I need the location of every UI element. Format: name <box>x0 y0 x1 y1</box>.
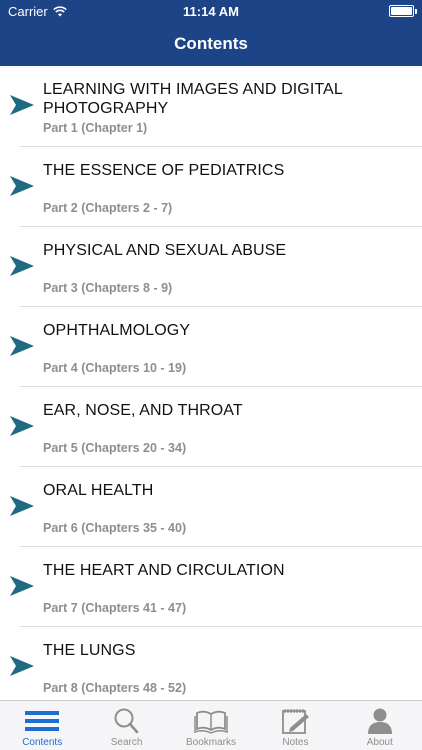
tab-contents[interactable]: Contents <box>0 701 84 750</box>
list-item[interactable]: THE ESSENCE OF PEDIATRICS Part 2 (Chapte… <box>0 147 422 227</box>
list-item[interactable]: PHYSICAL AND SEXUAL ABUSE Part 3 (Chapte… <box>0 227 422 307</box>
row-title: THE HEART AND CIRCULATION <box>43 561 285 579</box>
row-subtitle: Part 3 (Chapters 8 - 9) <box>43 280 173 295</box>
list-item[interactable]: EAR, NOSE, AND THROAT Part 5 (Chapters 2… <box>0 387 422 467</box>
status-time: 11:14 AM <box>183 4 239 19</box>
notepad-icon <box>282 709 310 734</box>
list-item[interactable]: LEARNING WITH IMAGES AND DIGITAL PHOTOGR… <box>0 66 422 147</box>
chevron-right-icon <box>10 175 34 196</box>
tab-about[interactable]: About <box>338 701 422 750</box>
tab-bookmarks[interactable]: Bookmarks <box>169 701 253 750</box>
row-subtitle: Part 6 (Chapters 35 - 40) <box>43 520 187 535</box>
chevron-right-icon <box>10 95 34 115</box>
list-item[interactable]: ORAL HEALTH Part 6 (Chapters 35 - 40) <box>0 467 422 547</box>
chevron-right-icon <box>10 335 34 356</box>
row-title: THE LUNGS <box>43 641 136 659</box>
chevron-right-icon <box>10 255 34 276</box>
list-item[interactable]: THE LUNGS Part 8 (Chapters 48 - 52) <box>0 627 422 701</box>
row-title: PHYSICAL AND SEXUAL ABUSE <box>43 241 287 259</box>
list-icon <box>25 711 60 731</box>
tab-label: Notes <box>282 737 309 748</box>
row-title: EAR, NOSE, AND THROAT <box>43 401 243 419</box>
row-subtitle: Part 5 (Chapters 20 - 34) <box>43 440 187 455</box>
row-subtitle: Part 1 (Chapter 1) <box>43 121 148 135</box>
book-icon <box>194 710 228 734</box>
person-icon <box>367 708 392 734</box>
tab-search[interactable]: Search <box>84 701 168 750</box>
search-icon <box>114 708 138 734</box>
tab-label: Search <box>110 737 143 748</box>
chevron-right-icon <box>10 415 34 436</box>
tab-bar: Contents Search Bookmarks Notes About <box>0 700 422 750</box>
row-title: LEARNING WITH IMAGES AND DIGITAL PHOTOGR… <box>43 81 343 117</box>
page-title: Contents <box>174 34 248 53</box>
header: Carrier 11:14 AM Contents <box>0 0 422 66</box>
tab-label: Bookmarks <box>186 737 237 748</box>
row-subtitle: Part 8 (Chapters 48 - 52) <box>43 680 187 695</box>
list-item[interactable]: THE HEART AND CIRCULATION Part 7 (Chapte… <box>0 547 422 627</box>
row-title: THE ESSENCE OF PEDIATRICS <box>43 161 285 179</box>
tab-label: Contents <box>22 737 63 748</box>
row-title: OPHTHALMOLOGY <box>43 321 191 339</box>
row-title: ORAL HEALTH <box>43 481 154 499</box>
tab-label: About <box>366 737 393 748</box>
chevron-right-icon <box>10 575 34 596</box>
row-subtitle: Part 4 (Chapters 10 - 19) <box>43 360 187 375</box>
chevron-right-icon <box>10 495 34 516</box>
row-subtitle: Part 7 (Chapters 41 - 47) <box>43 600 187 615</box>
tab-notes[interactable]: Notes <box>253 701 337 750</box>
chevron-right-icon <box>10 655 34 676</box>
row-subtitle: Part 2 (Chapters 2 - 7) <box>43 200 173 215</box>
status-bar: Carrier 11:14 AM <box>0 0 422 24</box>
battery-icon <box>389 5 417 17</box>
list-item[interactable]: OPHTHALMOLOGY Part 4 (Chapters 10 - 19) <box>0 307 422 387</box>
contents-list[interactable]: LEARNING WITH IMAGES AND DIGITAL PHOTOGR… <box>0 66 422 700</box>
